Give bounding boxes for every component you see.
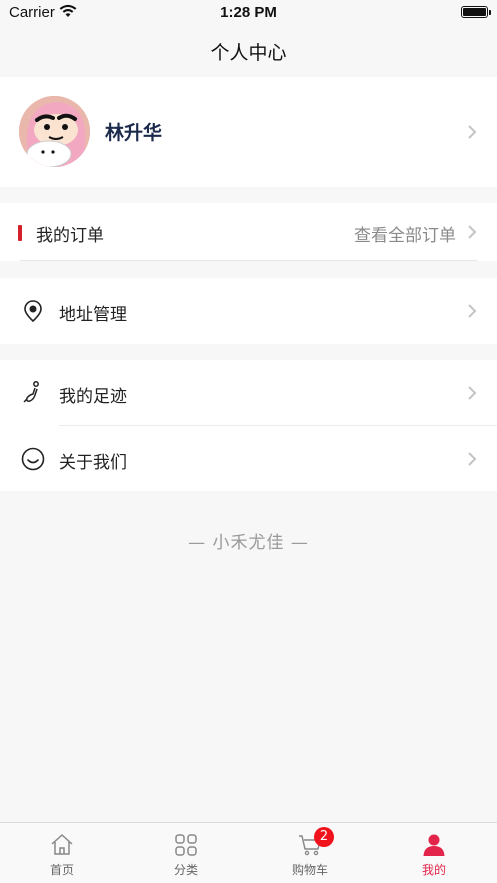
page-title: 个人中心 [210, 42, 287, 64]
tab-bar: 首页 分类 2 购物车 我的 [0, 822, 497, 883]
battery-icon [461, 6, 491, 18]
smile-icon [21, 447, 45, 471]
tab-category[interactable]: 分类 [124, 823, 248, 883]
navigation-bar: 个人中心 [0, 26, 497, 76]
footprint-icon [23, 381, 39, 403]
chevron-right-icon [468, 125, 477, 139]
status-bar: Carrier 1:28 PM [0, 0, 497, 26]
tab-home[interactable]: 首页 [0, 823, 124, 883]
view-all-orders-link[interactable]: 查看全部订单 [354, 221, 456, 246]
avatar[interactable] [19, 96, 90, 167]
home-icon [51, 834, 73, 855]
tab-label: 首页 [49, 863, 74, 877]
tab-label: 我的 [421, 863, 446, 877]
profile-card[interactable]: 林升华 [0, 77, 497, 187]
misc-menu-section: 我的足迹 关于我们 [0, 360, 497, 491]
brand-footer: — 小禾尤佳 — [188, 533, 309, 553]
address-management-item[interactable]: 地址管理 [0, 278, 497, 344]
about-us-item[interactable]: 关于我们 [0, 426, 497, 491]
footprint-item[interactable]: 我的足迹 [0, 360, 497, 425]
orders-section[interactable]: 我的订单 查看全部订单 [0, 203, 497, 261]
chevron-right-icon [468, 452, 477, 466]
about-us-label: 关于我们 [59, 453, 127, 473]
cart-badge: 2 [314, 827, 334, 847]
grid-icon [175, 834, 197, 856]
status-time: 1:28 PM [220, 4, 277, 21]
tab-label: 购物车 [291, 863, 328, 877]
address-management-label: 地址管理 [59, 305, 127, 325]
section-accent-bar [18, 225, 22, 241]
user-icon [423, 834, 445, 856]
tab-mine[interactable]: 我的 [372, 823, 496, 883]
chevron-right-icon [468, 386, 477, 400]
chevron-right-icon [468, 304, 477, 318]
user-name: 林升华 [105, 122, 163, 144]
divider [20, 260, 477, 261]
cartoon-avatar-icon [19, 96, 90, 167]
location-pin-icon [24, 300, 42, 323]
orders-title: 我的订单 [36, 226, 104, 246]
footprint-label: 我的足迹 [59, 387, 127, 407]
tab-label: 分类 [173, 863, 198, 877]
chevron-right-icon [468, 225, 477, 239]
tab-cart[interactable]: 2 购物车 [248, 823, 372, 883]
